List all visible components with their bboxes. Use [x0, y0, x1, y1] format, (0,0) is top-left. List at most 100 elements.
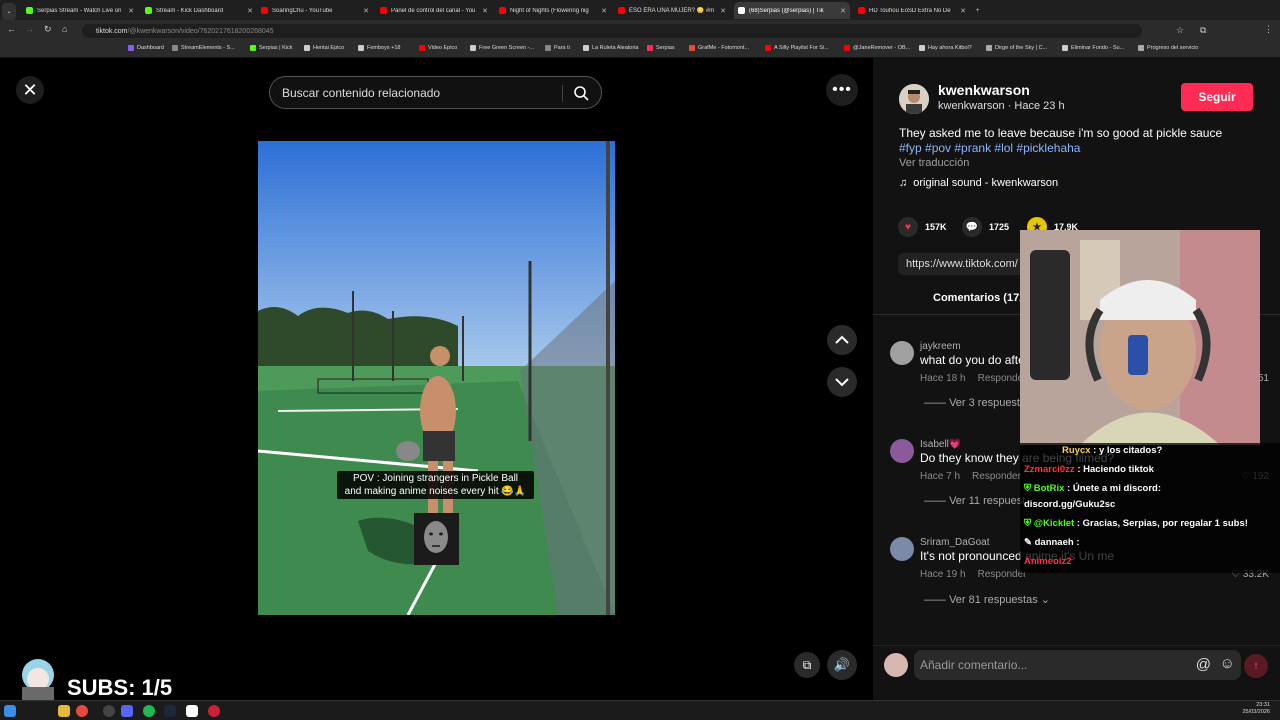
url-field[interactable]: tiktok.com/@kwenkwarson/video/7620217618… — [82, 24, 1142, 38]
comment-username[interactable]: jaykreem — [920, 341, 961, 352]
back-icon[interactable]: ← — [7, 24, 16, 34]
close-tab-icon[interactable]: ✕ — [960, 7, 966, 15]
browser-tab[interactable]: ESO ERA UNA MUJER? 😳 #m ✕ — [614, 2, 730, 19]
browser-tab[interactable]: Stream - Kick Dashboard ✕ — [141, 2, 257, 19]
search-icon[interactable] — [573, 85, 589, 101]
close-tab-icon[interactable]: ✕ — [840, 7, 846, 15]
mention-icon[interactable]: @ — [1196, 656, 1211, 673]
my-avatar — [884, 653, 908, 677]
bookmark-item[interactable]: StreamElements - S... — [172, 45, 235, 51]
bookmark-item[interactable]: Serpias | Kick — [250, 45, 293, 51]
windows-start-icon[interactable] — [4, 705, 16, 717]
see-translation-link[interactable]: Ver traducción — [899, 157, 969, 169]
more-options-icon[interactable]: ••• — [826, 74, 858, 106]
forward-icon[interactable]: → — [25, 24, 34, 34]
bookmark-item[interactable]: Femboys +18 — [358, 45, 400, 51]
browser-tab[interactable]: Panel de control del canal - You ✕ — [376, 2, 492, 19]
subs-goal-text: SUBS: 1/5 — [67, 675, 173, 700]
close-tab-icon[interactable]: ✕ — [601, 7, 607, 15]
creator-username[interactable]: kwenkwarson — [938, 82, 1030, 98]
view-replies-button[interactable]: —— Ver 81 respuestas ⌄ — [924, 593, 1050, 606]
close-tab-icon[interactable]: ✕ — [247, 7, 253, 15]
tab-title: Stream - Kick Dashboard — [156, 7, 224, 14]
view-replies-button[interactable]: —— Ver 3 respuesta — [924, 397, 1026, 409]
comment-button[interactable]: 💬 1725 — [962, 217, 1009, 237]
sound-link[interactable]: ♫ original sound - kwenkwarson — [899, 177, 1058, 189]
browser-tab[interactable]: (68)Serpias (@serpias) | Tik ✕ — [734, 2, 850, 19]
comment-username[interactable]: Sriram_DaGoat — [920, 537, 989, 548]
send-arrow-icon[interactable]: ↑ — [1244, 654, 1268, 678]
emoji-icon[interactable]: ☺ — [1220, 655, 1235, 672]
comment-meta: Hace 18 h Responder — [920, 373, 1027, 384]
bookmark-item[interactable]: Video Epico — [419, 45, 457, 51]
tab-comments[interactable]: Comentarios (172 — [933, 292, 1025, 304]
follow-button[interactable]: Seguir — [1181, 83, 1253, 111]
bookmark-label: StreamElements - S... — [181, 45, 235, 51]
chat-text: : Haciendo tiktok — [1077, 464, 1154, 475]
obs-icon[interactable] — [103, 705, 115, 717]
bookmark-item[interactable]: Para ti — [545, 45, 570, 51]
comment-avatar[interactable] — [890, 341, 914, 365]
tab-favicon-icon — [738, 7, 745, 14]
reload-icon[interactable]: ↻ — [44, 24, 52, 35]
tab-search-menu[interactable]: ⌄ — [2, 3, 16, 20]
comment-username[interactable]: Isabell💗 — [920, 439, 961, 450]
previous-video-chevron-up-icon[interactable] — [827, 325, 857, 355]
chat-message: discord.gg/Guku2sc — [1024, 499, 1115, 510]
close-tab-icon[interactable]: ✕ — [720, 7, 726, 15]
new-tab-button[interactable]: + — [972, 2, 986, 19]
bookmark-star-icon[interactable]: ☆ — [1176, 25, 1184, 36]
bookmark-item[interactable]: La Ruleta Aleatoria — [583, 45, 638, 51]
search-divider — [562, 85, 563, 102]
browser-tab[interactable]: Night of Nights (Flowering nig ✕ — [495, 2, 611, 19]
bookmark-item[interactable]: Dashboard — [128, 45, 164, 51]
next-video-chevron-down-icon[interactable] — [827, 367, 857, 397]
view-replies-button[interactable]: —— Ver 11 respuest — [924, 495, 1025, 507]
bookmark-favicon-icon — [304, 45, 310, 51]
volume-icon[interactable]: 🔊 — [827, 650, 857, 680]
bookmark-favicon-icon — [172, 45, 178, 51]
menu-icon[interactable]: ⋮ — [1264, 24, 1273, 35]
tab-title: ESO ERA UNA MUJER? 😳 #m — [629, 8, 715, 14]
bookmark-item[interactable]: GrafMe - Fotomont... — [689, 45, 749, 51]
bookmark-label: Free Green Screen -... — [479, 45, 535, 51]
browser-tab[interactable]: Serpias Stream - Watch Live on ✕ — [22, 2, 138, 19]
comment-avatar[interactable] — [890, 537, 914, 561]
bookmark-item[interactable]: Hay ahora Kitbol? — [919, 45, 972, 51]
close-tab-icon[interactable]: ✕ — [128, 7, 134, 15]
close-tab-icon[interactable]: ✕ — [482, 7, 488, 15]
browser-tab[interactable]: HD Touhou EoSD Extra No De ✕ — [854, 2, 970, 19]
app-icon[interactable] — [208, 705, 220, 717]
extensions-icon[interactable]: ⧉ — [1200, 25, 1206, 36]
bookmark-item[interactable]: Serpias — [647, 45, 675, 51]
creator-avatar[interactable] — [899, 84, 929, 114]
bookmark-item[interactable]: Hentai Epico — [304, 45, 344, 51]
windows-taskbar — [0, 700, 1280, 720]
like-count: 157K — [925, 222, 947, 232]
close-icon[interactable]: ✕ — [16, 76, 44, 104]
chrome-icon[interactable] — [76, 705, 88, 717]
related-search-input[interactable]: Buscar contenido relacionado — [269, 76, 602, 109]
comment-avatar[interactable] — [890, 439, 914, 463]
file-explorer-icon[interactable] — [58, 705, 70, 717]
home-icon[interactable]: ⌂ — [62, 24, 67, 34]
close-tab-icon[interactable]: ✕ — [363, 7, 369, 15]
comment-input[interactable]: Añadir comentario... @ ☺ — [914, 650, 1241, 680]
bookmark-label: La Ruleta Aleatoria — [592, 45, 639, 51]
bookmark-item[interactable]: Free Green Screen -... — [470, 45, 534, 51]
like-button[interactable]: ♥ 157K — [898, 217, 947, 237]
discord-icon[interactable] — [121, 705, 133, 717]
bookmark-item[interactable]: A Silly Playlist For Si... — [765, 45, 829, 51]
browser-tab[interactable]: SoaringChu - YouTube ✕ — [257, 2, 373, 19]
reply-button[interactable]: Responder — [972, 471, 1021, 482]
bookmark-item[interactable]: Dirge of the Sky | C... — [986, 45, 1047, 51]
floating-player-icon[interactable]: ⧉ — [794, 652, 820, 678]
hashtag-links[interactable]: #fyp #pov #prank #lol #picklehaha — [899, 141, 1080, 155]
bookmark-item[interactable]: Eliminar Fondo - Su... — [1062, 45, 1124, 51]
spotify-icon[interactable] — [143, 705, 155, 717]
steam-icon[interactable] — [164, 705, 176, 717]
bookmark-item[interactable]: Progreso del servicio — [1138, 45, 1198, 51]
bookmark-item[interactable]: @JaneRemover - OB... — [844, 45, 910, 51]
system-clock: 23:31 25/03/2026 — [1242, 702, 1270, 716]
app-icon[interactable] — [186, 705, 198, 717]
